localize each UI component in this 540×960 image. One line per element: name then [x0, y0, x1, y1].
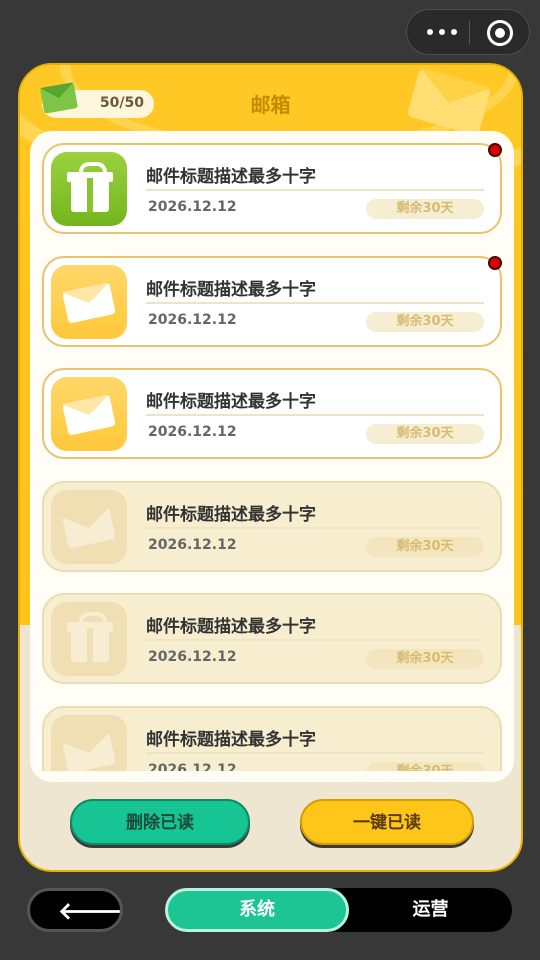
- envelope-icon: [51, 264, 127, 339]
- mail-item[interactable]: 邮件标题描述最多十字 2026.12.12 剩余30天: [42, 705, 502, 772]
- divider: [146, 301, 484, 304]
- envelope-icon: [51, 714, 127, 771]
- mail-item[interactable]: 邮件标题描述最多十字 2026.12.12 剩余30天: [42, 593, 502, 684]
- capsule-divider: [469, 21, 470, 45]
- mail-remaining-badge: 剩余30天: [366, 311, 484, 332]
- gift-icon: [51, 152, 127, 226]
- mailbox-panel: 50/50 邮箱 邮件标题描述最多十字 2026.12.12 剩余30天 邮件标题描述…: [18, 63, 523, 872]
- mail-date: 2026.12.12: [148, 199, 237, 215]
- unread-dot-icon: [488, 255, 502, 270]
- tab-system[interactable]: 系统: [165, 888, 349, 932]
- divider: [146, 414, 484, 416]
- tab-operations[interactable]: 运营: [349, 888, 512, 932]
- mail-remaining-badge: 剩余30天: [366, 649, 484, 669]
- divider: [146, 189, 484, 191]
- envelope-icon: [51, 489, 127, 564]
- target-circle-icon[interactable]: [487, 20, 513, 46]
- mail-item[interactable]: 邮件标题描述最多十字 2026.12.12 剩余30天: [42, 255, 502, 347]
- mail-title: 邮件标题描述最多十字: [146, 729, 316, 750]
- mail-item[interactable]: 邮件标题描述最多十字 2026.12.12 剩余30天: [42, 480, 502, 572]
- mail-remaining-badge: 剩余30天: [366, 424, 484, 444]
- envelope-icon: [51, 377, 127, 451]
- mail-date: 2026.12.12: [148, 536, 237, 553]
- mini-program-capsule: [406, 9, 530, 55]
- mail-date: 2026.12.12: [148, 649, 237, 665]
- mail-title: 邮件标题描述最多十字: [146, 504, 316, 525]
- divider: [146, 639, 484, 641]
- mail-date: 2026.12.12: [148, 761, 237, 772]
- page-title: 邮箱: [250, 93, 291, 117]
- arrow-left-icon: 🡐: [58, 897, 123, 925]
- mail-title: 邮件标题描述最多十字: [146, 392, 316, 412]
- mail-date: 2026.12.12: [148, 311, 237, 328]
- divider: [146, 526, 484, 529]
- mail-list[interactable]: 邮件标题描述最多十字 2026.12.12 剩余30天 邮件标题描述最多十字 2026.…: [42, 143, 502, 771]
- mail-item[interactable]: 邮件标题描述最多十字 2026.12.12 剩余30天: [42, 143, 502, 234]
- mark-all-read-button[interactable]: 一键已读: [300, 799, 474, 845]
- back-button[interactable]: 🡐: [27, 888, 123, 932]
- mail-title: 邮件标题描述最多十字: [146, 279, 316, 300]
- divider: [146, 751, 484, 754]
- more-dots-icon[interactable]: [421, 20, 469, 44]
- mail-item[interactable]: 邮件标题描述最多十字 2026.12.12 剩余30天: [42, 368, 502, 459]
- gift-icon: [51, 602, 127, 676]
- mail-title: 邮件标题描述最多十字: [146, 167, 316, 187]
- mail-remaining-badge: 剩余30天: [366, 536, 484, 557]
- delete-read-button[interactable]: 删除已读: [70, 799, 250, 845]
- unread-dot-icon: [488, 143, 502, 157]
- mail-date: 2026.12.12: [148, 424, 237, 440]
- mail-list-container: 邮件标题描述最多十字 2026.12.12 剩余30天 邮件标题描述最多十字 2026.…: [30, 131, 514, 782]
- mail-remaining-badge: 剩余30天: [366, 199, 484, 219]
- mail-title: 邮件标题描述最多十字: [146, 617, 316, 637]
- tab-bar: 系统 运营: [165, 888, 512, 932]
- mail-remaining-badge: 剩余30天: [366, 761, 484, 771]
